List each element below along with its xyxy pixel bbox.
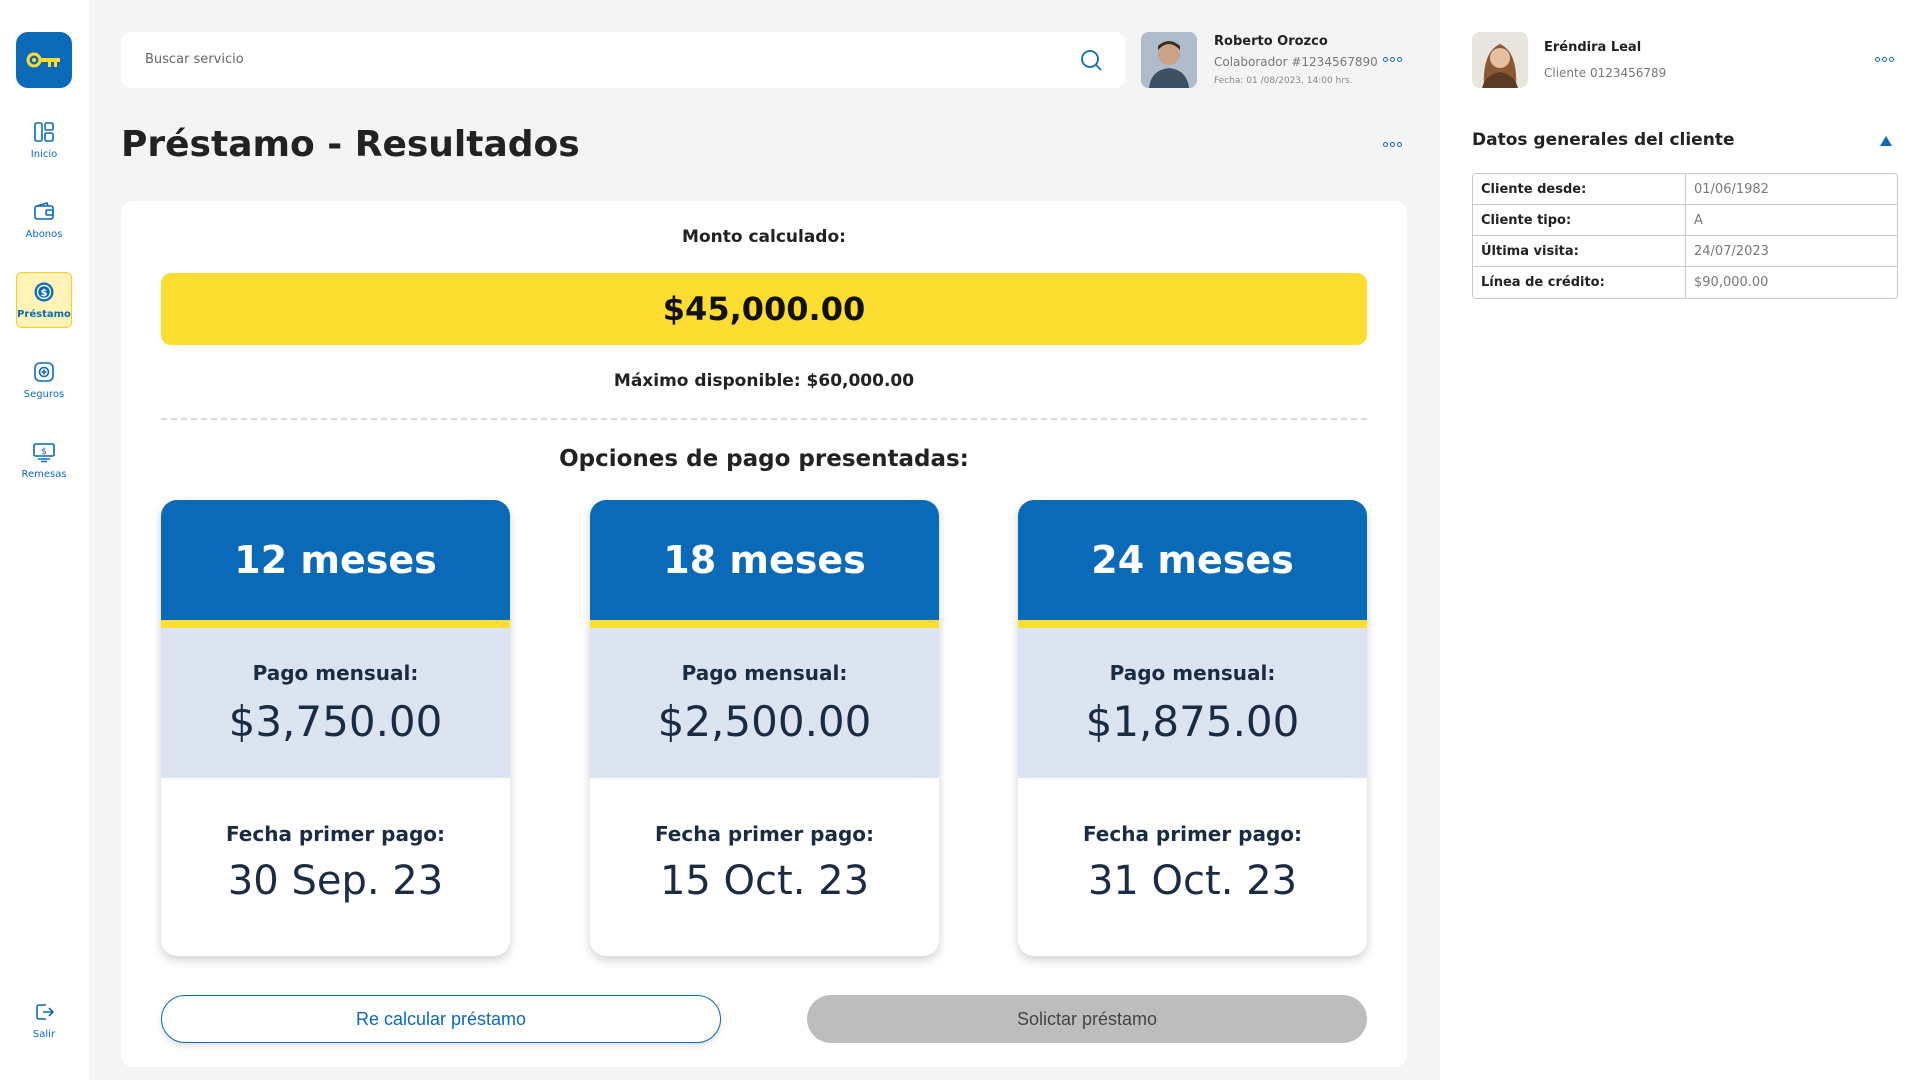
client-more-icon[interactable]	[1875, 57, 1894, 62]
svg-text:$: $	[41, 447, 47, 457]
option-date-section: Fecha primer pago: 31 Oct. 23	[1018, 778, 1367, 948]
table-key: Línea de crédito:	[1473, 267, 1686, 298]
monthly-payment-label: Pago mensual:	[681, 660, 848, 685]
client-avatar	[1472, 32, 1528, 88]
recalculate-loan-button[interactable]: Re calcular préstamo	[161, 995, 721, 1043]
sidebar-item-label: Remesas	[21, 468, 67, 480]
max-available-label: Máximo disponible: $60,000.00	[613, 371, 915, 391]
table-key: Cliente tipo:	[1473, 205, 1686, 235]
table-value: 24/07/2023	[1694, 243, 1769, 259]
sidebar-item-label: Inicio	[30, 148, 58, 160]
search-icon[interactable]	[1079, 48, 1103, 72]
app-logo[interactable]	[16, 32, 72, 88]
logout-label: Salir	[32, 1028, 56, 1040]
payment-option-card[interactable]: 12 meses Pago mensual: $3,750.00 Fecha p…	[161, 500, 510, 956]
option-date-section: Fecha primer pago: 15 Oct. 23	[590, 778, 939, 948]
client-data-table: Cliente desde: 01/06/1982 Cliente tipo: …	[1472, 173, 1898, 299]
dashboard-icon	[34, 121, 54, 142]
first-payment-date: 31 Oct. 23	[1087, 858, 1298, 904]
table-row: Última visita: 24/07/2023	[1473, 236, 1897, 267]
table-row: Línea de crédito: $90,000.00	[1473, 267, 1897, 298]
page-title: Préstamo - Resultados	[121, 124, 580, 165]
collapse-caret-icon[interactable]	[1880, 136, 1892, 146]
client-section-title: Datos generales del cliente	[1472, 130, 1735, 150]
sidebar-item-label: Abonos	[25, 228, 63, 240]
money-transfer-icon: $	[33, 442, 55, 462]
sidebar-item-remesas[interactable]: $ Remesas	[16, 432, 72, 488]
option-date-section: Fecha primer pago: 30 Sep. 23	[161, 778, 510, 948]
first-payment-date: 30 Sep. 23	[227, 858, 444, 904]
shield-plus-icon	[34, 361, 54, 382]
option-monthly-section: Pago mensual: $1,875.00	[1018, 628, 1367, 778]
client-panel: Eréndira Leal Cliente 0123456789 Datos g…	[1440, 0, 1920, 1080]
option-term: 18 meses	[590, 500, 939, 628]
page-more-icon[interactable]	[1383, 142, 1402, 147]
collaborator-name: Roberto Orozco	[1214, 34, 1328, 49]
sidebar-item-label: Seguros	[23, 388, 65, 400]
table-key: Última visita:	[1473, 236, 1686, 266]
dollar-coin-icon: $	[34, 282, 54, 301]
option-monthly-section: Pago mensual: $2,500.00	[590, 628, 939, 778]
monthly-payment-label: Pago mensual:	[252, 660, 419, 685]
table-value: A	[1694, 212, 1703, 228]
client-name: Eréndira Leal	[1544, 40, 1642, 55]
option-monthly-section: Pago mensual: $3,750.00	[161, 628, 510, 778]
option-term: 12 meses	[161, 500, 510, 628]
sidebar-item-label: Préstamo	[17, 308, 71, 320]
option-term: 24 meses	[1018, 500, 1367, 628]
table-value: $90,000.00	[1694, 275, 1769, 290]
collaborator-date: Fecha: 01 /08/2023, 14:00 hrs.	[1214, 76, 1353, 86]
svg-text:$: $	[41, 288, 48, 299]
first-payment-date: 15 Oct. 23	[659, 858, 870, 904]
collaborator-avatar	[1141, 32, 1197, 88]
sidebar-item-seguros[interactable]: Seguros	[16, 352, 72, 408]
monthly-payment-value: $1,875.00	[1085, 696, 1300, 746]
calculated-amount: $45,000.00	[161, 273, 1367, 345]
collaborator-id: Colaborador #1234567890	[1214, 55, 1378, 69]
sidebar-item-prestamo[interactable]: $ Préstamo	[16, 272, 72, 328]
sidebar-item-abonos[interactable]: Abonos	[16, 192, 72, 248]
table-value: 01/06/1982	[1694, 181, 1769, 197]
monthly-payment-value: $3,750.00	[228, 696, 443, 746]
first-payment-label: Fecha primer pago:	[654, 822, 875, 846]
loan-results-card: Monto calculado: $45,000.00 Máximo dispo…	[121, 201, 1407, 1067]
collaborator-more-icon[interactable]	[1383, 57, 1402, 62]
client-id: Cliente 0123456789	[1544, 66, 1667, 80]
first-payment-label: Fecha primer pago:	[225, 822, 446, 846]
payment-options-title: Opciones de pago presentadas:	[559, 446, 969, 472]
payment-option-card[interactable]: 24 meses Pago mensual: $1,875.00 Fecha p…	[1018, 500, 1367, 956]
monthly-payment-label: Pago mensual:	[1109, 660, 1276, 685]
divider	[161, 418, 1367, 420]
sidebar: Inicio Abonos $ Préstamo Seguros $ Remes…	[0, 0, 89, 1080]
logout-button[interactable]: Salir	[16, 992, 72, 1048]
monthly-payment-value: $2,500.00	[657, 696, 872, 746]
search-bar[interactable]: Buscar servicio	[121, 32, 1125, 88]
payment-option-card[interactable]: 18 meses Pago mensual: $2,500.00 Fecha p…	[590, 500, 939, 956]
table-row: Cliente tipo: A	[1473, 205, 1897, 236]
first-payment-label: Fecha primer pago:	[1082, 822, 1303, 846]
request-loan-button[interactable]: Solictar préstamo	[807, 995, 1367, 1043]
table-key: Cliente desde:	[1473, 174, 1686, 204]
sidebar-item-inicio[interactable]: Inicio	[16, 112, 72, 168]
key-icon	[26, 52, 60, 68]
calculated-amount-label: Monto calculado:	[682, 227, 846, 247]
search-input[interactable]: Buscar servicio	[145, 52, 244, 67]
logout-icon	[36, 1003, 55, 1020]
table-row: Cliente desde: 01/06/1982	[1473, 174, 1897, 205]
wallet-icon	[34, 201, 54, 220]
